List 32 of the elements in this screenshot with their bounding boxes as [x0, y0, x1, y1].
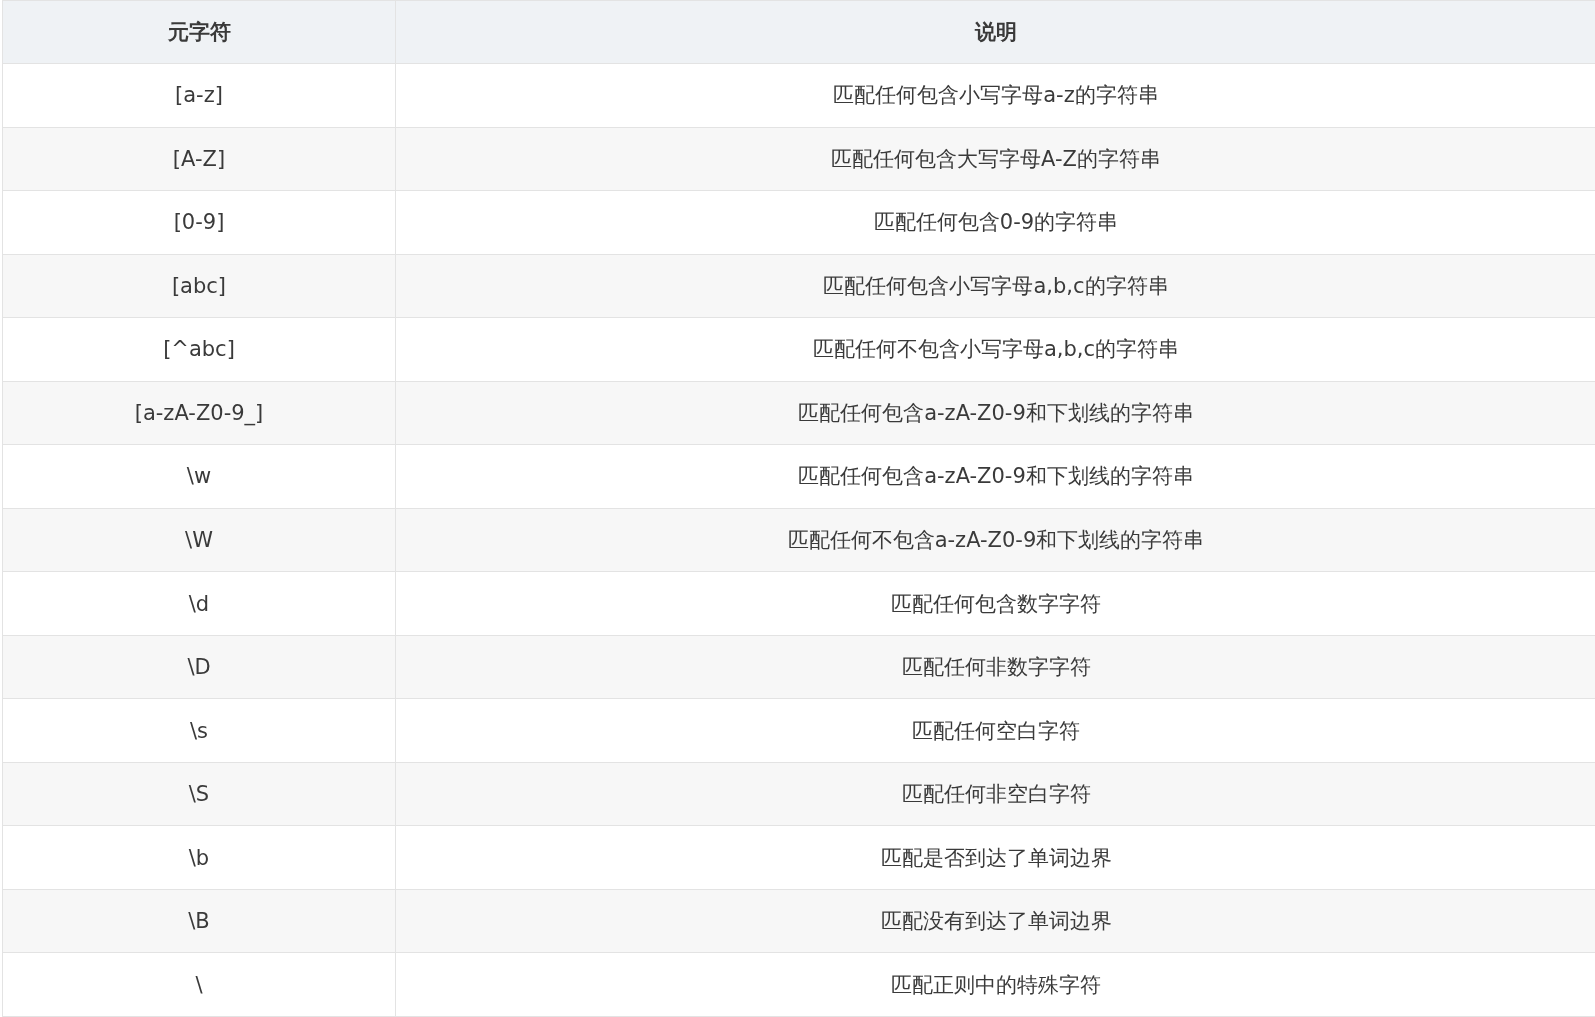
column-header: 说明 — [395, 0, 1595, 64]
table-cell: \s — [2, 698, 396, 763]
table-cell: \ — [2, 952, 396, 1017]
table-cell: [A-Z] — [2, 127, 396, 191]
table-cell: \W — [2, 508, 396, 572]
table-cell: 匹配没有到达了单词边界 — [395, 889, 1595, 953]
table-cell: [^abc] — [2, 317, 396, 382]
table-cell: 匹配任何包含0-9的字符串 — [395, 190, 1595, 255]
table-cell: 匹配任何非数字字符 — [395, 635, 1595, 699]
table-cell: 匹配任何空白字符 — [395, 698, 1595, 763]
table-cell: 匹配是否到达了单词边界 — [395, 825, 1595, 890]
column-header: 元字符 — [2, 0, 396, 64]
table-cell: 匹配任何包含数字字符 — [395, 571, 1595, 636]
table-cell: \b — [2, 825, 396, 890]
table-cell: 匹配任何包含a-zA-Z0-9和下划线的字符串 — [395, 444, 1595, 509]
table-cell: 匹配任何不包含小写字母a,b,c的字符串 — [395, 317, 1595, 382]
table-cell: 匹配任何包含大写字母A-Z的字符串 — [395, 127, 1595, 191]
table-cell: \D — [2, 635, 396, 699]
table-cell: 匹配任何包含小写字母a-z的字符串 — [395, 63, 1595, 128]
table-cell: \d — [2, 571, 396, 636]
table-cell: [a-z] — [2, 63, 396, 128]
table-cell: 匹配任何非空白字符 — [395, 762, 1595, 826]
table-cell: 匹配任何不包含a-zA-Z0-9和下划线的字符串 — [395, 508, 1595, 572]
table-cell: [a-zA-Z0-9_] — [2, 381, 396, 445]
table-cell: \S — [2, 762, 396, 826]
table-cell: \B — [2, 889, 396, 953]
table-cell: [0-9] — [2, 190, 396, 255]
table-cell: 匹配任何包含小写字母a,b,c的字符串 — [395, 254, 1595, 318]
table-cell: \w — [2, 444, 396, 509]
table-cell: [abc] — [2, 254, 396, 318]
table-cell: 匹配正则中的特殊字符 — [395, 952, 1595, 1017]
table-cell: 匹配任何包含a-zA-Z0-9和下划线的字符串 — [395, 381, 1595, 445]
